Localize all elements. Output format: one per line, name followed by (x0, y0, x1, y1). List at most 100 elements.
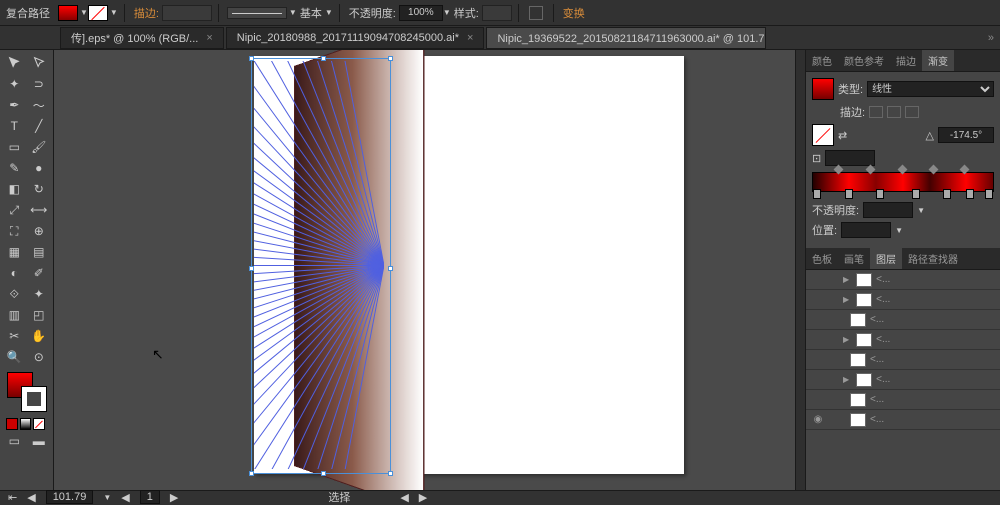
grad-position-label: 位置: (812, 222, 837, 238)
gradient-stroke-swatch[interactable] (812, 124, 834, 146)
tab-color[interactable]: 颜色 (806, 50, 838, 71)
mesh-tool[interactable]: ▤ (28, 243, 50, 261)
grad-opacity-input[interactable] (863, 202, 913, 218)
tab-gradient[interactable]: 渐变 (922, 50, 954, 71)
tab-swatches[interactable]: 色板 (806, 248, 838, 269)
style-label: 样式: (454, 5, 479, 21)
layer-list[interactable]: ▶<...▶<...<...▶<...<...▶<...<...◉<...◉<.… (806, 270, 1000, 430)
shape-builder-tool[interactable]: ⊕ (28, 222, 50, 240)
status-bar: ⇤ ◀ 101.79 ▼ ◀ 1 ▶ 选择 ◀ ▶ (0, 490, 1000, 503)
aspect-ratio-icon[interactable]: ⊡ (812, 152, 821, 165)
scale-tool[interactable]: ⤢ (3, 201, 25, 219)
close-icon[interactable]: × (467, 32, 473, 44)
tab-stroke[interactable]: 描边 (890, 50, 922, 71)
opacity-input[interactable] (399, 5, 443, 21)
layer-row[interactable]: ▶<... (806, 270, 1000, 290)
gradient-tool[interactable]: ◐ (3, 264, 25, 282)
doc-tab-0[interactable]: 传].eps* @ 100% (RGB/...× (60, 27, 224, 49)
selection-bounding-box[interactable] (251, 58, 391, 474)
blend-tool[interactable]: ⟐ (3, 285, 25, 303)
gradient-angle-input[interactable] (938, 127, 994, 143)
scroll-left-icon[interactable]: ◀ (400, 491, 408, 504)
hand-tool[interactable]: ✋ (28, 327, 50, 345)
gradient-preview-swatch[interactable] (812, 78, 834, 100)
dock-strip[interactable] (795, 50, 805, 490)
stroke-profile-dropdown[interactable] (227, 7, 287, 19)
eraser-tool[interactable]: ◧ (3, 180, 25, 198)
grad-position-input[interactable] (841, 222, 891, 238)
column-graph-tool[interactable]: ▥ (3, 306, 25, 324)
layer-row[interactable]: <... (806, 390, 1000, 410)
artboard-tool[interactable]: ◰ (28, 306, 50, 324)
transform-link[interactable]: 变换 (563, 5, 585, 21)
layer-row[interactable]: ▶<... (806, 370, 1000, 390)
tab-brushes[interactable]: 画笔 (838, 248, 870, 269)
layer-row[interactable]: <... (806, 310, 1000, 330)
stroke-grad-btn1[interactable] (869, 106, 883, 118)
document-tabs: 传].eps* @ 100% (RGB/...× Nipic_20180988_… (0, 26, 1000, 50)
eyedropper-tool[interactable]: ✐ (28, 264, 50, 282)
layer-row[interactable]: ◉<... (806, 410, 1000, 430)
canvas[interactable]: ↖ (54, 50, 795, 490)
stroke-label: 描边: (134, 5, 159, 21)
lasso-tool[interactable]: ⊃ (28, 75, 50, 93)
magic-wand-tool[interactable]: ✦ (3, 75, 25, 93)
artboard-nav-prev[interactable]: ◀ (121, 491, 129, 504)
blob-brush-tool[interactable]: ● (28, 159, 50, 177)
scroll-right-icon[interactable]: ▶ (419, 491, 427, 504)
width-tool[interactable]: ⟷ (28, 201, 50, 219)
align-icon[interactable] (529, 6, 543, 20)
screen-mode-full[interactable]: ▬ (28, 432, 50, 450)
nav-first-icon[interactable]: ⇤ (8, 491, 17, 504)
gradient-type-label: 类型: (838, 81, 863, 97)
type-tool[interactable]: T (3, 117, 25, 135)
tab-pathfinder[interactable]: 路径查找器 (902, 248, 964, 269)
close-icon[interactable]: × (206, 32, 212, 44)
artboard-number[interactable]: 1 (140, 490, 160, 504)
gradient-type-select[interactable]: 线性 (867, 81, 994, 97)
paintbrush-tool[interactable]: 🖌 (28, 138, 50, 156)
fill-stroke-control[interactable] (7, 372, 47, 412)
selection-type-label: 复合路径 (6, 5, 50, 21)
free-transform-tool[interactable]: ⛶ (3, 222, 25, 240)
layer-row[interactable]: <... (806, 350, 1000, 370)
zoom-tool[interactable]: 🔍 (3, 348, 25, 366)
perspective-tool[interactable]: ▦ (3, 243, 25, 261)
gradient-slider[interactable] (812, 172, 994, 192)
aspect-ratio-input[interactable] (825, 150, 875, 166)
symbol-sprayer-tool[interactable]: ✦ (28, 285, 50, 303)
layer-row[interactable]: ▶<... (806, 290, 1000, 310)
stroke-weight-dropdown[interactable] (162, 5, 212, 21)
tab-color-guide[interactable]: 颜色参考 (838, 50, 890, 71)
tab-layers[interactable]: 图层 (870, 248, 902, 269)
line-tool[interactable]: ╱ (28, 117, 50, 135)
artboard (254, 56, 684, 474)
layer-row[interactable]: ▶<... (806, 330, 1000, 350)
toggle-tool[interactable]: ⊙ (28, 348, 50, 366)
screen-mode-normal[interactable]: ▭ (3, 432, 25, 450)
doc-tab-1[interactable]: Nipic_20180988_20171119094708245000.ai*× (226, 27, 485, 49)
artboard-nav-next[interactable]: ▶ (170, 491, 178, 504)
stroke-grad-btn2[interactable] (887, 106, 901, 118)
tab-overflow-icon[interactable]: » (988, 32, 994, 44)
gradient-panel: 类型: 线性 描边: ⇄ △ ⊡ 不透明度:▼ 位置:▼ (806, 72, 1000, 248)
zoom-display[interactable]: 101.79 (46, 490, 94, 504)
rotate-tool[interactable]: ↻ (28, 180, 50, 198)
stroke-swatch[interactable] (88, 5, 108, 21)
reverse-gradient-icon[interactable]: ⇄ (838, 129, 847, 142)
slice-tool[interactable]: ✂ (3, 327, 25, 345)
pencil-tool[interactable]: ✎ (3, 159, 25, 177)
gradient-stroke-label: 描边: (840, 104, 865, 120)
nav-prev-icon[interactable]: ◀ (27, 491, 35, 504)
color-mode-switches[interactable] (6, 418, 47, 430)
basic-label: 基本 (300, 5, 322, 21)
pen-tool[interactable]: ✒ (3, 96, 25, 114)
doc-tab-2[interactable]: Nipic_19369522_20150821184711963000.ai* … (486, 27, 766, 49)
curvature-tool[interactable]: 〜 (28, 96, 50, 114)
fill-swatch[interactable] (58, 5, 78, 21)
style-dropdown[interactable] (482, 5, 512, 21)
direct-selection-tool[interactable] (28, 54, 50, 72)
stroke-grad-btn3[interactable] (905, 106, 919, 118)
rectangle-tool[interactable]: ▭ (3, 138, 25, 156)
selection-tool[interactable] (3, 54, 25, 72)
